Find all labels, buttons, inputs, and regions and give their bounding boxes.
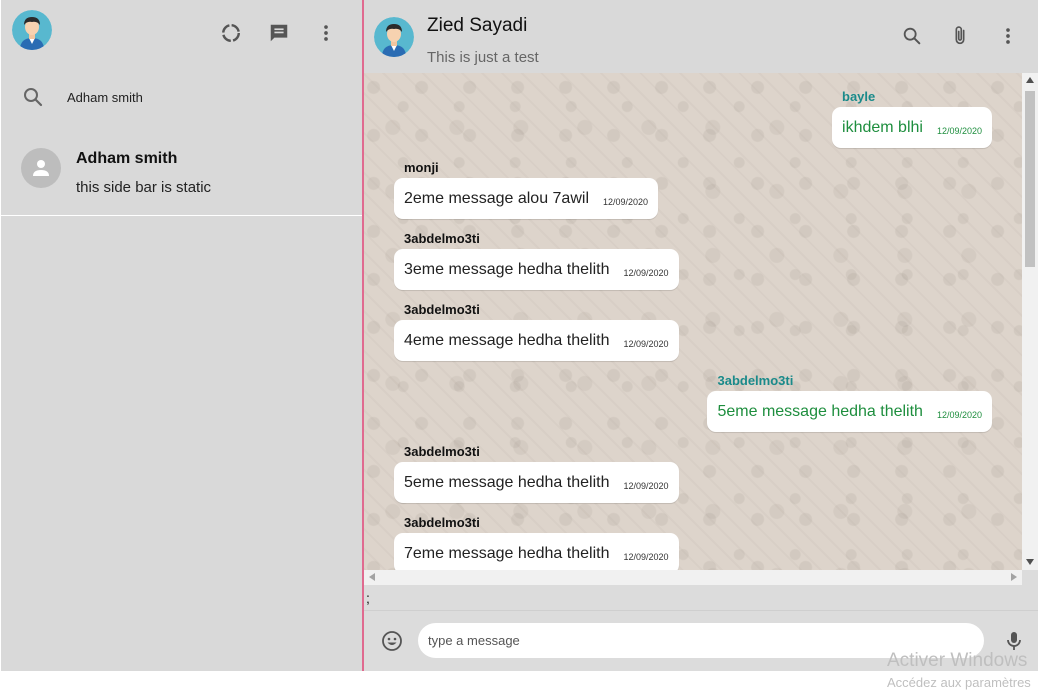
chat-avatar[interactable]: [374, 17, 414, 57]
message-sender: 3abdelmo3ti: [404, 515, 480, 530]
more-vert-icon[interactable]: [996, 24, 1020, 48]
search-icon[interactable]: [900, 24, 924, 48]
watermark-subtitle: Accédez aux paramètres: [887, 675, 1031, 690]
scroll-right-arrow-icon[interactable]: [1011, 573, 1017, 581]
scroll-left-arrow-icon[interactable]: [369, 573, 375, 581]
scroll-down-arrow-icon[interactable]: [1026, 559, 1034, 565]
message-outgoing: 3abdelmo3ti 5eme message hedha thelith 1…: [707, 373, 992, 432]
message-list[interactable]: bayle ikhdem blhi 12/09/2020 monji 2eme …: [364, 73, 1022, 570]
search-icon[interactable]: [21, 85, 45, 109]
message-sender: 3abdelmo3ti: [404, 444, 480, 459]
message-bubble[interactable]: 5eme message hedha thelith 12/09/2020: [707, 391, 992, 432]
message-time: 12/09/2020: [623, 338, 669, 349]
message-bubble[interactable]: 7eme message hedha thelith 12/09/2020: [394, 533, 679, 570]
vertical-scrollbar[interactable]: [1022, 73, 1038, 570]
emoji-icon[interactable]: [380, 629, 404, 653]
attach-icon[interactable]: [948, 24, 972, 48]
message-text: 3eme message hedha thelith: [404, 260, 610, 278]
message-incoming: 3abdelmo3ti 3eme message hedha thelith 1…: [394, 231, 679, 290]
message-text: 5eme message hedha thelith: [717, 402, 923, 420]
chat-header: Zied Sayadi This is just a test: [364, 0, 1038, 73]
message-bubble[interactable]: 5eme message hedha thelith 12/09/2020: [394, 462, 679, 503]
message-time: 12/09/2020: [936, 409, 982, 420]
more-vert-icon[interactable]: [314, 21, 338, 45]
chat-panel: Zied Sayadi This is just a test bayle ik…: [362, 0, 1038, 671]
windows-activation-watermark: Activer Windows Accédez aux paramètres: [887, 650, 1031, 690]
scrollbar-thumb[interactable]: [1025, 91, 1035, 267]
message-text: 2eme message alou 7awil: [404, 189, 589, 207]
message-bubble[interactable]: 3eme message hedha thelith 12/09/2020: [394, 249, 679, 290]
chat-title: Zied Sayadi: [427, 15, 528, 36]
message-bubble[interactable]: 2eme message alou 7awil 12/09/2020: [394, 178, 659, 219]
message-sender: monji: [404, 160, 439, 175]
message-time: 12/09/2020: [623, 480, 669, 491]
new-chat-icon[interactable]: [267, 21, 291, 45]
watermark-title: Activer Windows: [887, 650, 1028, 671]
contact-name: Adham smith: [76, 150, 178, 167]
sidebar-header: [1, 0, 362, 66]
message-text: 5eme message hedha thelith: [404, 473, 610, 491]
message-time: 12/09/2020: [936, 125, 982, 136]
horizontal-scrollbar[interactable]: [364, 570, 1022, 585]
whatsapp-clone-app: Adham smith this side bar is static Zied…: [0, 0, 1044, 692]
last-message-preview: this side bar is static: [76, 179, 212, 196]
message-sender: 3abdelmo3ti: [717, 373, 794, 388]
search-bar: [1, 74, 362, 120]
scroll-up-arrow-icon[interactable]: [1026, 77, 1034, 83]
message-outgoing: bayle ikhdem blhi 12/09/2020: [832, 89, 992, 148]
message-time: 12/09/2020: [623, 551, 669, 562]
search-input[interactable]: [61, 86, 341, 108]
chat-list-item[interactable]: Adham smith this side bar is static: [1, 138, 362, 216]
stray-text: ;: [366, 590, 370, 606]
sidebar: Adham smith this side bar is static: [1, 0, 362, 671]
avatar-icon: [12, 10, 52, 50]
message-bubble[interactable]: ikhdem blhi 12/09/2020: [832, 107, 992, 148]
message-text: 4eme message hedha thelith: [404, 331, 610, 349]
avatar-icon: [374, 17, 414, 57]
chat-subtitle: This is just a test: [427, 49, 539, 66]
message-sender: 3abdelmo3ti: [404, 231, 480, 246]
message-sender: bayle: [842, 89, 876, 104]
status-icon[interactable]: [219, 21, 243, 45]
message-time: 12/09/2020: [623, 267, 669, 278]
message-text: ikhdem blhi: [842, 118, 923, 136]
user-avatar[interactable]: [12, 10, 52, 50]
person-icon: [33, 160, 49, 176]
message-incoming: monji 2eme message alou 7awil 12/09/2020: [394, 160, 659, 219]
message-incoming: 3abdelmo3ti 4eme message hedha thelith 1…: [394, 302, 679, 361]
contact-avatar: [21, 148, 61, 188]
message-incoming: 3abdelmo3ti 7eme message hedha thelith 1…: [394, 515, 679, 570]
message-time: 12/09/2020: [603, 196, 649, 207]
message-bubble[interactable]: 4eme message hedha thelith 12/09/2020: [394, 320, 679, 361]
message-text: 7eme message hedha thelith: [404, 544, 610, 562]
message-sender: 3abdelmo3ti: [404, 302, 480, 317]
message-incoming: 3abdelmo3ti 5eme message hedha thelith 1…: [394, 444, 679, 503]
